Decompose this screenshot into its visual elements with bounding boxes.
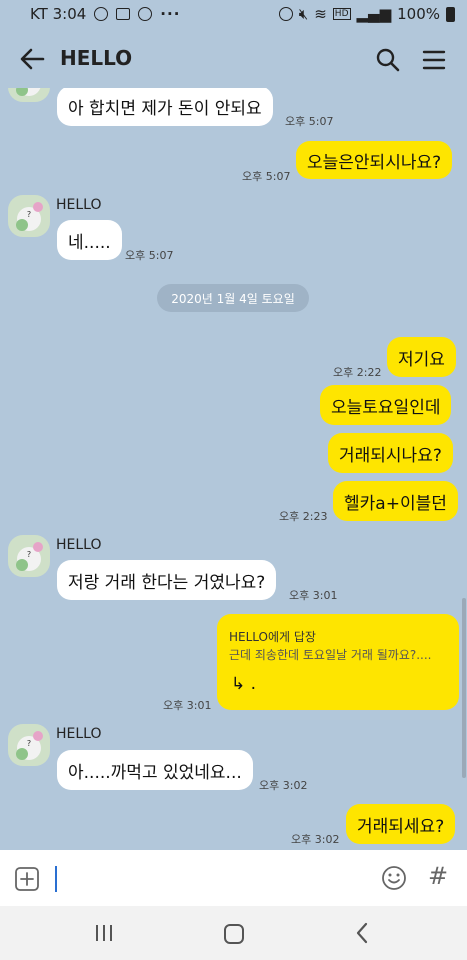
message-list[interactable]: 아 합치면 제가 돈이 안되요 오후 5:07 오늘은안되시나요? 오후 5:0… (0, 88, 467, 850)
avatar[interactable]: ? (8, 535, 50, 577)
outgoing-message[interactable]: 거래되시나요? (328, 433, 453, 473)
plus-square-icon[interactable] (14, 866, 40, 892)
arrow-left-icon[interactable] (18, 46, 46, 72)
status-bar: KT 3:04 ··· 🔇︎ ≋ HD ▂▄▆ 100% (0, 0, 467, 30)
incoming-message[interactable]: 저랑 거래 한다는 거였나요? (57, 560, 277, 600)
outgoing-message[interactable]: 오늘은안되시나요? (296, 141, 453, 179)
system-nav-bar (0, 906, 467, 960)
reply-quote: 근데 죄송한데 토요일날 거래 될까요?.... (229, 648, 432, 662)
recent-apps-icon[interactable] (94, 924, 114, 942)
message-input[interactable] (55, 866, 57, 892)
message-time: 오후 2:23 (279, 510, 328, 523)
message-time: 오후 5:07 (242, 170, 291, 183)
message-time: 오후 5:07 (285, 115, 334, 128)
wifi-icon: ≋ (314, 5, 327, 23)
reply-message[interactable]: HELLO에게 답장 근데 죄송한데 토요일날 거래 될까요?.... ↳ . (217, 614, 459, 710)
hamburger-icon[interactable] (420, 46, 448, 74)
reply-target: HELLO에게 답장 (229, 630, 316, 644)
sender-name: HELLO (56, 726, 102, 742)
outgoing-message[interactable]: 오늘토요일인데 (320, 385, 452, 425)
message-time: 오후 2:22 (333, 366, 382, 379)
avatar[interactable]: ? (8, 724, 50, 766)
more-notifications-icon: ··· (160, 5, 181, 23)
date-divider: 2020년 1월 4일 토요일 (157, 284, 309, 312)
message-time: 오후 3:02 (291, 833, 340, 846)
notification-icon (94, 7, 109, 21)
svg-text:?: ? (27, 550, 31, 559)
smiley-icon[interactable] (380, 864, 408, 892)
outgoing-message[interactable]: 헬카a+이블던 (333, 481, 458, 521)
chat-header: HELLO (0, 30, 467, 88)
avatar[interactable]: ? (8, 195, 50, 237)
outgoing-message[interactable]: 저기요 (387, 337, 456, 377)
search-icon[interactable] (374, 46, 402, 74)
incoming-message[interactable]: 네..... (57, 220, 122, 260)
message-input-bar: # (0, 850, 467, 906)
chat-title: HELLO (60, 46, 133, 70)
signal-icon: ▂▄▆ (356, 5, 392, 23)
reply-text: . (250, 674, 257, 694)
hash-button[interactable]: # (428, 862, 448, 890)
outgoing-message[interactable]: 거래되세요? (346, 804, 456, 844)
message-time: 오후 3:02 (259, 779, 308, 792)
app-icon (138, 7, 153, 21)
hd-badge: HD (332, 8, 351, 20)
incoming-message[interactable]: 아.....까먹고 있었네요... (57, 750, 253, 790)
message-time: 오후 5:07 (125, 249, 174, 262)
battery-icon (446, 6, 455, 22)
sender-name: HELLO (56, 537, 102, 553)
battery-percent: 100% (397, 5, 440, 23)
avatar[interactable] (8, 88, 50, 102)
message-time: 오후 3:01 (163, 699, 212, 712)
scrollbar[interactable] (462, 598, 466, 778)
incoming-message[interactable]: 아 합치면 제가 돈이 안되요 (57, 88, 273, 126)
gallery-icon (116, 8, 131, 20)
mute-icon: 🔇︎ (298, 5, 309, 23)
home-icon[interactable] (224, 924, 244, 944)
chevron-left-icon[interactable] (354, 922, 370, 944)
sender-name: HELLO (56, 197, 102, 213)
reply-arrow-icon: ↳ . (231, 674, 257, 694)
alarm-icon (278, 7, 293, 21)
svg-text:?: ? (27, 210, 31, 219)
svg-text:?: ? (27, 739, 31, 748)
message-time: 오후 3:01 (289, 589, 338, 602)
carrier-time: KT 3:04 (30, 5, 87, 23)
